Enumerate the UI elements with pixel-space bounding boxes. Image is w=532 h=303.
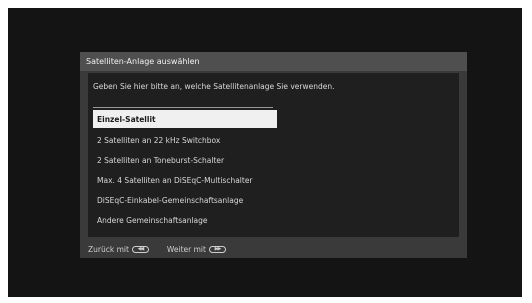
next-label: Weiter mit	[166, 244, 206, 254]
tv-screen: Satelliten-Anlage auswählen Geben Sie hi…	[8, 8, 522, 297]
dialog-footer: Zurück mit ◀◀ Weiter mit ▶▶	[88, 242, 459, 256]
option-toneburst-schalter[interactable]: 2 Satelliten an Toneburst-Schalter	[93, 151, 277, 169]
option-22khz-switchbox[interactable]: 2 Satelliten an 22 kHz Switchbox	[93, 131, 277, 149]
dialog-title: Satelliten-Anlage auswählen	[80, 52, 467, 71]
rewind-key-icon: ◀◀	[131, 245, 149, 253]
instruction-text: Geben Sie hier bitte an, welche Satellit…	[93, 82, 335, 91]
next-hint[interactable]: Weiter mit ▶▶	[167, 245, 226, 254]
option-diseqc-einkabel[interactable]: DiSEqC-Einkabel-Gemeinschaftsanlage	[93, 191, 277, 209]
dialog-content: Geben Sie hier bitte an, welche Satellit…	[88, 73, 459, 237]
option-andere-gemeinschaftsanlage[interactable]: Andere Gemeinschaftsanlage	[93, 211, 277, 229]
back-label: Zurück mit	[88, 244, 129, 254]
option-diseqc-multischalter[interactable]: Max. 4 Satelliten an DiSEqC-Multischalte…	[93, 171, 277, 189]
fast-forward-key-icon: ▶▶	[208, 245, 226, 253]
satellite-setup-dialog: Satelliten-Anlage auswählen Geben Sie hi…	[80, 52, 467, 258]
divider	[93, 107, 273, 108]
option-einzel-satellit[interactable]: Einzel-Satellit	[93, 110, 277, 128]
back-hint[interactable]: Zurück mit ◀◀	[88, 245, 149, 254]
